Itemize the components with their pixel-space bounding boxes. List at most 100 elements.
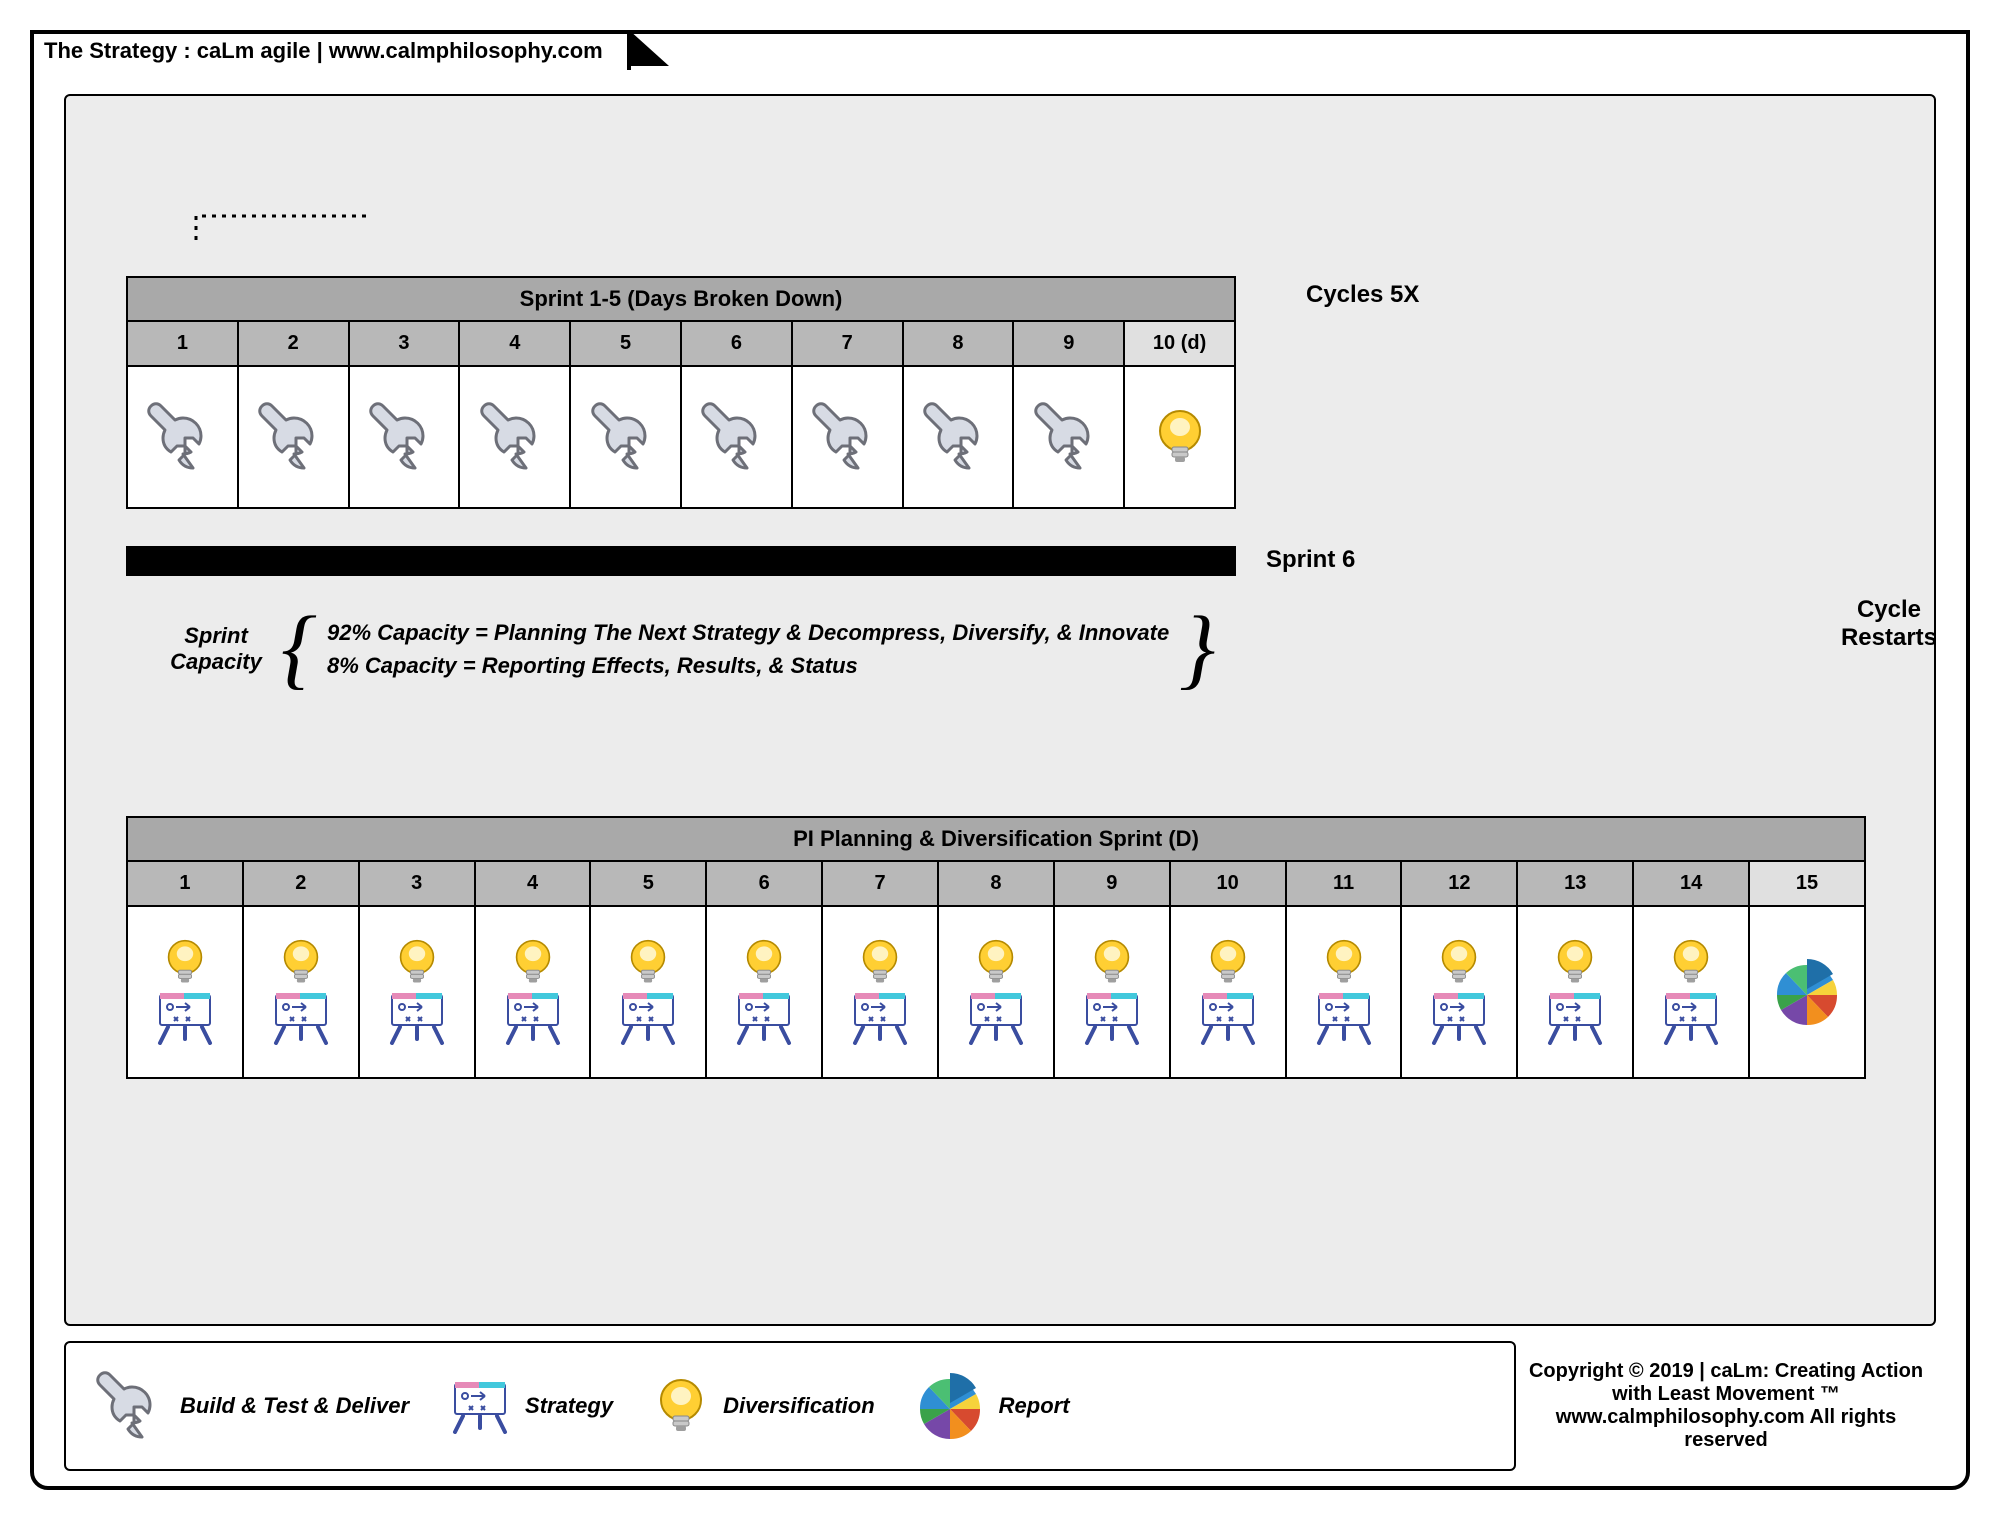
- lightbulb-icon: [1436, 939, 1482, 985]
- sprint-bottom-cell: [1634, 907, 1750, 1077]
- sprint-bottom-cell: [1518, 907, 1634, 1077]
- sprint-bottom-cell: [823, 907, 939, 1077]
- wrench-icon: [591, 402, 661, 472]
- strategy-board-icon: [1544, 989, 1606, 1045]
- strategy-board-icon: [1197, 989, 1259, 1045]
- tab-notch: [629, 30, 669, 66]
- sprint-bottom-col-header: 5: [591, 862, 707, 907]
- wrench-icon: [480, 402, 550, 472]
- sprint-top-cell: [904, 367, 1015, 507]
- strategy-board-icon: [386, 989, 448, 1045]
- sprint-top-cell: [460, 367, 571, 507]
- sprint-bottom-col-header: 13: [1518, 862, 1634, 907]
- legend-label: Report: [999, 1393, 1070, 1419]
- capacity-line-2: 8% Capacity = Reporting Effects, Results…: [327, 649, 1169, 682]
- sprint-top-title: Sprint 1-5 (Days Broken Down): [128, 278, 1234, 322]
- strategy-board-icon: [154, 989, 216, 1045]
- lightbulb-icon: [1152, 409, 1208, 465]
- sprint-bottom-col-header: 1: [128, 862, 244, 907]
- strategy-board-icon: [1081, 989, 1143, 1045]
- sprint-capacity-block: Sprint Capacity { 92% Capacity = Plannin…: [161, 616, 1215, 682]
- sprint-bottom-cell: [128, 907, 244, 1077]
- legend-label: Build & Test & Deliver: [180, 1393, 409, 1419]
- legend-item: Build & Test & Deliver: [96, 1371, 409, 1441]
- copyright-text: Copyright © 2019 | caLm: Creating Action…: [1516, 1360, 1936, 1452]
- lightbulb-icon: [162, 939, 208, 985]
- sprint-top-cell: [793, 367, 904, 507]
- sprint-top-table: Sprint 1-5 (Days Broken Down) 1234567891…: [126, 276, 1236, 509]
- sprint6-bar: [126, 546, 1236, 576]
- wrench-icon: [923, 402, 993, 472]
- strategy-board-icon: [733, 989, 795, 1045]
- sprint-top-cell: [128, 367, 239, 507]
- strategy-board-icon: [1660, 989, 1722, 1045]
- sprint-top-cell: [571, 367, 682, 507]
- lightbulb-icon: [510, 939, 556, 985]
- lightbulb-icon: [394, 939, 440, 985]
- connector-lines: [66, 96, 366, 246]
- page-title: The Strategy : caLm agile | www.calmphil…: [30, 30, 631, 70]
- sprint-bottom-cell: [707, 907, 823, 1077]
- lightbulb-icon: [857, 939, 903, 985]
- strategy-board-icon: [1313, 989, 1375, 1045]
- sprint-bottom-cell: [1287, 907, 1403, 1077]
- sprint-top-col-header: 7: [793, 322, 904, 367]
- strategy-board-icon: [617, 989, 679, 1045]
- sprint-top-cell: [350, 367, 461, 507]
- strategy-board-icon: [1428, 989, 1490, 1045]
- sprint6-label: Sprint 6: [1266, 546, 1355, 574]
- capacity-line-1: 92% Capacity = Planning The Next Strateg…: [327, 616, 1169, 649]
- lightbulb-icon: [625, 939, 671, 985]
- legend-label: Diversification: [723, 1393, 875, 1419]
- sprint-bottom-col-header: 6: [707, 862, 823, 907]
- cycles-5x-label: Cycles 5X: [1306, 281, 1419, 309]
- sprint-bottom-cell: [476, 907, 592, 1077]
- sprint-bottom-col-header: 10: [1171, 862, 1287, 907]
- wrench-icon: [147, 402, 217, 472]
- wrench-icon: [96, 1371, 166, 1441]
- sprint-bottom-col-header: 8: [939, 862, 1055, 907]
- lightbulb-icon: [653, 1378, 709, 1434]
- lightbulb-icon: [1552, 939, 1598, 985]
- sprint-top-col-header: 3: [350, 322, 461, 367]
- sprint-bottom-col-header: 15: [1750, 862, 1864, 907]
- sprint-top-col-header: 1: [128, 322, 239, 367]
- sprint-bottom-cell: [1171, 907, 1287, 1077]
- lightbulb-icon: [278, 939, 324, 985]
- strategy-board-icon: [449, 1378, 511, 1434]
- pie-chart-icon: [1772, 957, 1842, 1027]
- strategy-board-icon: [849, 989, 911, 1045]
- wrench-icon: [369, 402, 439, 472]
- strategy-board-icon: [270, 989, 332, 1045]
- sprint-bottom-cell: [591, 907, 707, 1077]
- sprint-bottom-cell: [360, 907, 476, 1077]
- wrench-icon: [812, 402, 882, 472]
- sprint-bottom-col-header: 11: [1287, 862, 1403, 907]
- sprint-top-col-header: 9: [1014, 322, 1125, 367]
- legend-item: Report: [915, 1371, 1070, 1441]
- sprint-bottom-col-header: 2: [244, 862, 360, 907]
- sprint-top-cell: [1014, 367, 1125, 507]
- sprint-bottom-col-header: 12: [1402, 862, 1518, 907]
- sprint-top-cell: [682, 367, 793, 507]
- sprint-bottom-cell: [1402, 907, 1518, 1077]
- lightbulb-icon: [1668, 939, 1714, 985]
- legend-item: Diversification: [653, 1378, 875, 1434]
- capacity-label-2: Capacity: [161, 649, 271, 675]
- sprint-bottom-cell: [244, 907, 360, 1077]
- left-brace-icon: {: [281, 619, 317, 679]
- sprint-bottom-table: PI Planning & Diversification Sprint (D)…: [126, 816, 1866, 1079]
- sprint-bottom-title: PI Planning & Diversification Sprint (D): [128, 818, 1864, 862]
- sprint-bottom-cell: [939, 907, 1055, 1077]
- sprint-top-cell: [1125, 367, 1234, 507]
- sprint-top-col-header: 8: [904, 322, 1015, 367]
- sprint-bottom-col-header: 14: [1634, 862, 1750, 907]
- sprint-bottom-cell: [1750, 907, 1864, 1077]
- lightbulb-icon: [973, 939, 1019, 985]
- sprint-top-col-header: 6: [682, 322, 793, 367]
- sprint-top-cell: [239, 367, 350, 507]
- wrench-icon: [1034, 402, 1104, 472]
- sprint-bottom-cell: [1055, 907, 1171, 1077]
- title-tab: The Strategy : caLm agile | www.calmphil…: [30, 30, 669, 70]
- sprint-top-col-header: 4: [460, 322, 571, 367]
